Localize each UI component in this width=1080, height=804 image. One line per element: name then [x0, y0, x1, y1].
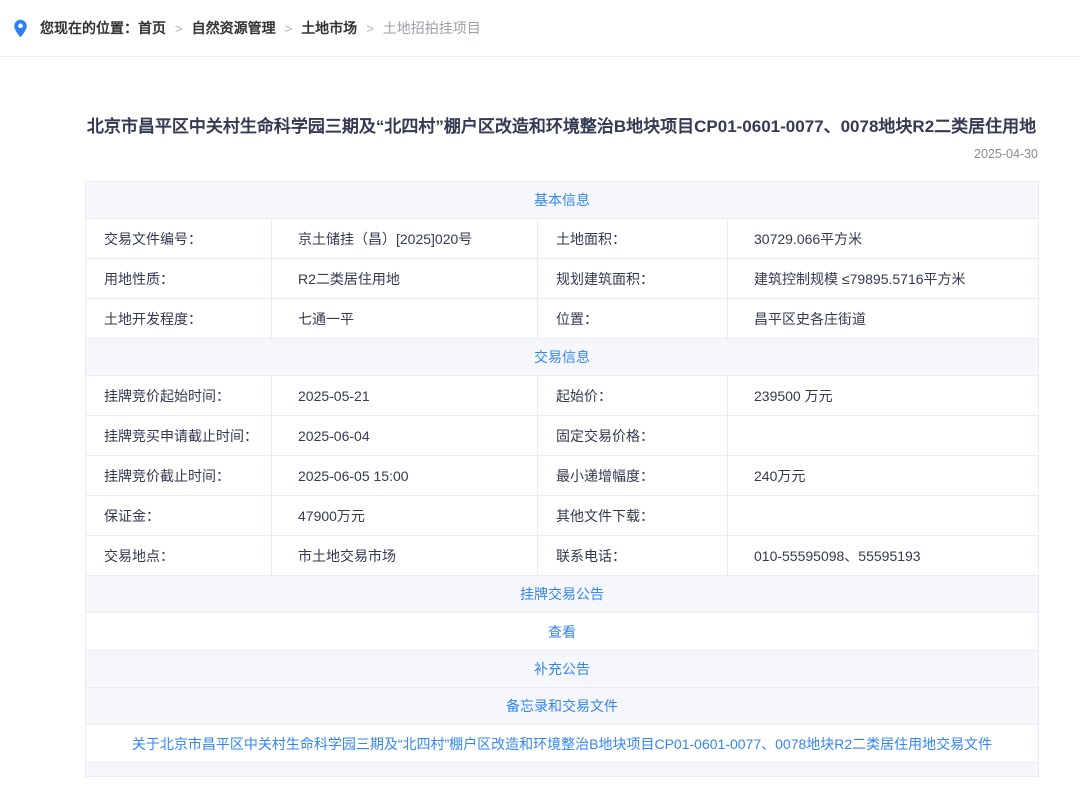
field-label: 其他文件下载： [538, 496, 728, 536]
field-label: 位置： [538, 299, 728, 339]
field-label: 最小递增幅度： [538, 456, 728, 496]
table-row: 用地性质： R2二类居住用地 规划建筑面积： 建筑控制规模 ≤79895.571… [86, 259, 1039, 299]
field-label: 规划建筑面积： [538, 259, 728, 299]
field-label: 用地性质： [86, 259, 272, 299]
location-pin-icon [13, 19, 28, 38]
field-value: 30729.066平方米 [728, 219, 1039, 259]
field-label: 保证金： [86, 496, 272, 536]
field-label: 挂牌竞价截止时间： [86, 456, 272, 496]
breadcrumb-separator: > [285, 21, 293, 36]
table-row: 土地开发程度： 七通一平 位置： 昌平区史各庄街道 [86, 299, 1039, 339]
section-header-memo-docs: 备忘录和交易文件 [86, 688, 1039, 725]
breadcrumb-separator: > [175, 21, 183, 36]
field-label: 挂牌竞买申请截止时间： [86, 416, 272, 456]
breadcrumb-item-natural-resources[interactable]: 自然资源管理 [192, 18, 276, 38]
section-header-label: 挂牌交易公告 [86, 576, 1039, 613]
field-value [728, 416, 1039, 456]
memo-docs-row: 关于北京市昌平区中关村生命科学园三期及“北四村”棚户区改造和环境整治B地块项目C… [86, 725, 1039, 763]
field-value: 2025-06-05 15:00 [272, 456, 538, 496]
table-row-partial [86, 763, 1039, 777]
section-header-label: 基本信息 [86, 182, 1039, 219]
table-row: 交易地点： 市土地交易市场 联系电话： 010-55595098、5559519… [86, 536, 1039, 576]
breadcrumb-item-land-market[interactable]: 土地市场 [301, 18, 357, 38]
field-value: 240万元 [728, 456, 1039, 496]
main-content: 北京市昌平区中关村生命科学园三期及“北四村”棚户区改造和环境整治B地块项目CP0… [85, 113, 1038, 777]
breadcrumb: 您现在的位置： 首页 > 自然资源管理 > 土地市场 > 土地招拍挂项目 [0, 0, 1080, 57]
field-label: 固定交易价格： [538, 416, 728, 456]
field-value: 市土地交易市场 [272, 536, 538, 576]
section-header-basic-info: 基本信息 [86, 182, 1039, 219]
breadcrumb-item-home[interactable]: 首页 [138, 18, 166, 38]
section-header-label: 交易信息 [86, 339, 1039, 376]
section-header-label: 补充公告 [86, 651, 1039, 688]
field-value: 010-55595098、55595193 [728, 536, 1039, 576]
table-row: 保证金： 47900万元 其他文件下载： [86, 496, 1039, 536]
field-value: 47900万元 [272, 496, 538, 536]
breadcrumb-prefix: 您现在的位置： [40, 18, 138, 38]
section-header-label: 备忘录和交易文件 [86, 688, 1039, 725]
trade-document-link[interactable]: 关于北京市昌平区中关村生命科学园三期及“北四村”棚户区改造和环境整治B地块项目C… [132, 736, 992, 752]
table-row: 挂牌竞价起始时间： 2025-05-21 起始价： 239500 万元 [86, 376, 1039, 416]
table-row: 挂牌竞价截止时间： 2025-06-05 15:00 最小递增幅度： 240万元 [86, 456, 1039, 496]
field-label: 土地面积： [538, 219, 728, 259]
field-label: 交易地点： [86, 536, 272, 576]
field-label: 挂牌竞价起始时间： [86, 376, 272, 416]
field-value: 239500 万元 [728, 376, 1039, 416]
field-value: 七通一平 [272, 299, 538, 339]
section-header-supplement-notice: 补充公告 [86, 651, 1039, 688]
field-value [728, 496, 1039, 536]
field-value: 2025-05-21 [272, 376, 538, 416]
table-row: 交易文件编号： 京土储挂（昌）[2025]020号 土地面积： 30729.06… [86, 219, 1039, 259]
field-value: 昌平区史各庄街道 [728, 299, 1039, 339]
section-header-trade-info: 交易信息 [86, 339, 1039, 376]
page-title: 北京市昌平区中关村生命科学园三期及“北四村”棚户区改造和环境整治B地块项目CP0… [85, 113, 1038, 140]
field-label: 交易文件编号： [86, 219, 272, 259]
field-label: 联系电话： [538, 536, 728, 576]
land-parcel-info-table: 基本信息 交易文件编号： 京土储挂（昌）[2025]020号 土地面积： 307… [85, 181, 1039, 777]
field-value: 京土储挂（昌）[2025]020号 [272, 219, 538, 259]
breadcrumb-separator: > [366, 21, 374, 36]
publish-date: 2025-04-30 [85, 147, 1038, 161]
listing-notice-row: 查看 [86, 613, 1039, 651]
field-value: 建筑控制规模 ≤79895.5716平方米 [728, 259, 1039, 299]
breadcrumb-item-current: 土地招拍挂项目 [383, 18, 481, 38]
section-header-listing-notice: 挂牌交易公告 [86, 576, 1039, 613]
field-label: 起始价： [538, 376, 728, 416]
section-header-partial [86, 763, 1039, 777]
table-row: 挂牌竞买申请截止时间： 2025-06-04 固定交易价格： [86, 416, 1039, 456]
view-listing-notice-link[interactable]: 查看 [548, 624, 576, 640]
field-value: 2025-06-04 [272, 416, 538, 456]
field-value: R2二类居住用地 [272, 259, 538, 299]
field-label: 土地开发程度： [86, 299, 272, 339]
